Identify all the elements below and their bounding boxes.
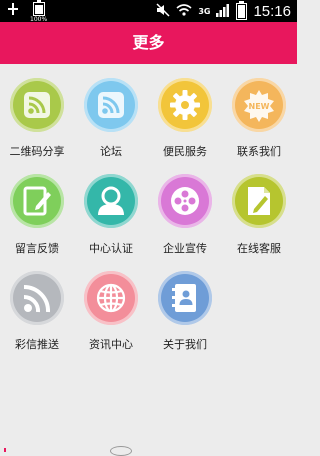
mute-icon (156, 2, 170, 21)
menu-item-label: 二维码分享 (9, 145, 65, 158)
wifi-icon (176, 2, 192, 21)
menu-item-label: 资讯中心 (89, 338, 133, 351)
contacts-book-icon (158, 271, 212, 325)
svg-text:NEW: NEW (249, 102, 270, 111)
edit-icon (10, 174, 64, 228)
gear-icon (158, 78, 212, 132)
document-edit-icon (232, 174, 286, 228)
status-bar: 100% 3G 15:16 (0, 0, 297, 23)
clock: 15:16 (253, 2, 291, 20)
signal-icon (216, 2, 230, 21)
menu-item-label: 在线客服 (237, 242, 281, 255)
rss-icon (84, 78, 138, 132)
user-icon (84, 174, 138, 228)
rss-icon (10, 271, 64, 325)
menu-item-label: 留言反馈 (15, 242, 59, 255)
menu-item-label: 关于我们 (163, 338, 207, 351)
battery-icon (236, 0, 248, 20)
network-type-label: 3G (198, 6, 211, 16)
battery-small-icon: 100% (30, 0, 47, 23)
menu-item-label: 彩信推送 (15, 338, 59, 351)
usb-icon (6, 2, 20, 16)
menu-item-label: 企业宣传 (163, 242, 207, 255)
menu-item-label: 联系我们 (237, 145, 281, 158)
menu-item-label: 中心认证 (89, 242, 133, 255)
film-reel-icon (158, 174, 212, 228)
rss-icon (10, 78, 64, 132)
globe-icon (84, 271, 138, 325)
bottom-edge (0, 446, 297, 456)
page-title: 更多 (0, 22, 297, 64)
menu-item-label: 便民服务 (163, 145, 207, 158)
new-badge-icon: NEW (232, 78, 286, 132)
menu-item-label: 论坛 (100, 145, 122, 158)
